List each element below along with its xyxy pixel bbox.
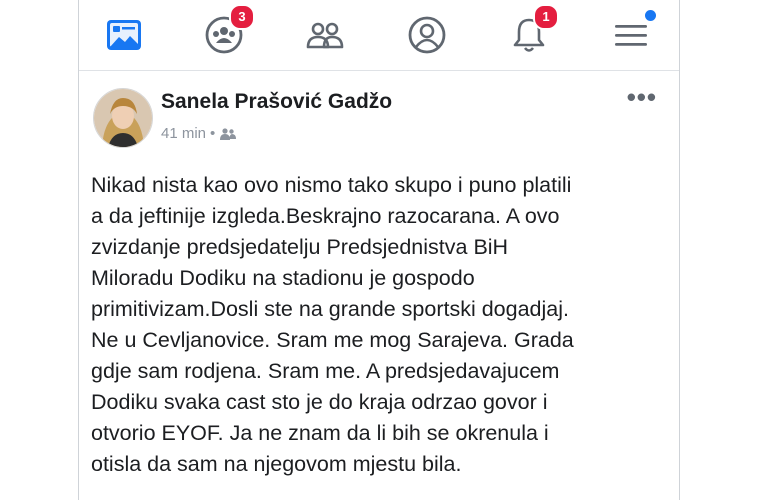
post-line: primitivizam.Dosli ste na grande sportsk… (91, 297, 569, 321)
notifications-badge: 1 (533, 4, 559, 30)
nav-news-feed[interactable] (94, 8, 154, 62)
post-line: gdje sam rodjena. Sram me. A predsjedava… (91, 359, 560, 383)
post-line: Ne u Cevljanovice. Sram me mog Sarajeva.… (91, 328, 574, 352)
post-line: otvorio EYOF. Ja ne znam da li bih se ok… (91, 421, 549, 445)
menu-new-dot (645, 10, 656, 21)
nav-groups[interactable] (295, 8, 355, 62)
news-feed-icon (107, 20, 141, 50)
post-body: Nikad nista kao ovo nismo tako skupo i p… (91, 170, 676, 480)
post-line: zvizdanje predsjedatelju Predsjednistva … (91, 235, 509, 259)
feed-post: Sanela Prašović Gadžo 41 min • ••• Nikad… (79, 78, 679, 500)
avatar[interactable] (93, 88, 153, 148)
post-line: Miloradu Dodiku na stadionu je gospodo (91, 266, 475, 290)
groups-icon (306, 22, 344, 49)
post-line: otisla da sam na njegovom mjestu bila. (91, 452, 462, 476)
more-options-button[interactable]: ••• (627, 82, 657, 113)
app-frame: 3 1 Sanela Prašović Gadžo 41 min • ••• N… (78, 0, 680, 500)
post-time[interactable]: 41 min (161, 125, 206, 142)
friend-requests-badge: 3 (229, 4, 255, 30)
post-line: a da jeftinije izgleda.Beskrajno razocar… (91, 204, 560, 228)
top-nav-bar: 3 1 (79, 0, 679, 71)
meta-separator: • (210, 125, 216, 142)
post-line: Nikad nista kao ovo nismo tako skupo i p… (91, 173, 572, 197)
friends-audience-icon[interactable] (219, 127, 237, 141)
profile-icon (408, 16, 446, 54)
post-author[interactable]: Sanela Prašović Gadžo (161, 90, 392, 114)
nav-profile[interactable] (397, 8, 457, 62)
post-line: Dodiku svaka cast sto je do kraja odrzao… (91, 390, 548, 414)
post-meta: 41 min • (161, 125, 237, 142)
